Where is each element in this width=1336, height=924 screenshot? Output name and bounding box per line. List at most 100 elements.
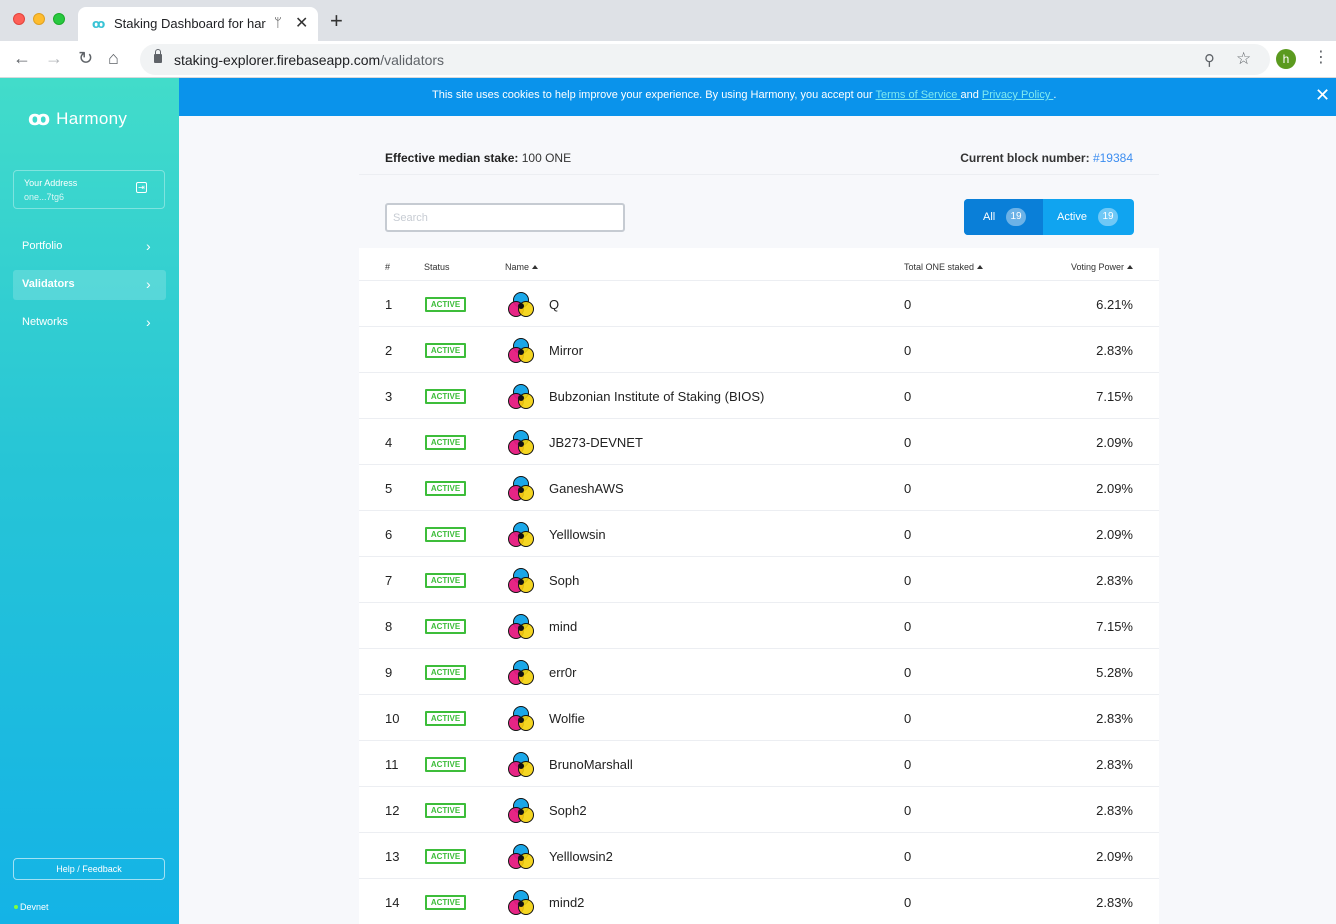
voting-power: 2.09% xyxy=(1096,849,1133,864)
row-number: 4 xyxy=(385,435,393,450)
terms-of-service-link[interactable]: Terms of Service xyxy=(875,89,960,101)
window-zoom-button[interactable] xyxy=(53,13,65,25)
total-staked: 0 xyxy=(904,711,912,726)
validator-name[interactable]: Yelllowsin xyxy=(549,527,606,542)
column-header-voting-power[interactable]: Voting Power xyxy=(1071,262,1133,272)
back-icon[interactable]: ← xyxy=(13,49,31,67)
voting-power: 2.83% xyxy=(1096,803,1133,818)
new-tab-icon[interactable]: + xyxy=(330,10,343,32)
sidebar-item-label: Validators xyxy=(22,278,75,290)
table-row[interactable]: 14 ACTIVE mind2 0 2.83% xyxy=(359,879,1159,924)
table-row[interactable]: 10 ACTIVE Wolfie 0 2.83% xyxy=(359,695,1159,741)
status-badge: ACTIVE xyxy=(425,849,466,864)
help-feedback-button[interactable]: Help / Feedback xyxy=(13,858,165,880)
validator-filter: All 19 Active 19 xyxy=(964,199,1134,235)
sort-ascending-icon xyxy=(1127,265,1133,269)
reload-icon[interactable]: ↻ xyxy=(78,49,93,67)
voting-power: 2.83% xyxy=(1096,573,1133,588)
validator-name[interactable]: Q xyxy=(549,297,559,312)
validator-name[interactable]: BrunoMarshall xyxy=(549,757,633,772)
table-row[interactable]: 4 ACTIVE JB273-DEVNET 0 2.09% xyxy=(359,419,1159,465)
block-number-link[interactable]: #19384 xyxy=(1093,151,1133,165)
validator-name[interactable]: Yelllowsin2 xyxy=(549,849,613,864)
voting-power: 2.09% xyxy=(1096,435,1133,450)
cookie-period: . xyxy=(1053,89,1057,101)
filter-active-button[interactable]: Active 19 xyxy=(1043,199,1134,235)
table-row[interactable]: 12 ACTIVE Soph2 0 2.83% xyxy=(359,787,1159,833)
validator-name[interactable]: Mirror xyxy=(549,343,583,358)
validator-name[interactable]: mind2 xyxy=(549,895,584,910)
privacy-policy-link[interactable]: Privacy Policy xyxy=(982,89,1054,101)
status-badge: ACTIVE xyxy=(425,297,466,312)
voting-power: 6.21% xyxy=(1096,297,1133,312)
validator-name[interactable]: Soph2 xyxy=(549,803,587,818)
table-row[interactable]: 6 ACTIVE Yelllowsin 0 2.09% xyxy=(359,511,1159,557)
window-close-button[interactable] xyxy=(13,13,25,25)
bookmark-star-icon[interactable]: ☆ xyxy=(1236,49,1251,69)
validator-name[interactable]: JB273-DEVNET xyxy=(549,435,643,450)
validator-name[interactable]: err0r xyxy=(549,665,576,680)
search-input[interactable] xyxy=(385,203,625,232)
table-header: # Status Name Total ONE staked Voting Po… xyxy=(359,248,1159,281)
sidebar-item-portfolio[interactable]: Portfolio › xyxy=(13,232,166,262)
total-staked: 0 xyxy=(904,757,912,772)
profile-avatar[interactable]: h xyxy=(1276,49,1296,69)
table-row[interactable]: 11 ACTIVE BrunoMarshall 0 2.83% xyxy=(359,741,1159,787)
address-value: one...7tg6 xyxy=(24,192,65,202)
status-badge: ACTIVE xyxy=(425,343,466,358)
harmony-logo-icon: ꝏ xyxy=(28,108,51,130)
validator-name[interactable]: mind xyxy=(549,619,577,634)
your-address-card[interactable]: Your Address one...7tg6 ⇥ xyxy=(13,170,165,209)
column-header-total-staked[interactable]: Total ONE staked xyxy=(904,262,984,272)
browser-menu-icon[interactable]: ⋮ xyxy=(1313,48,1329,68)
validator-name[interactable]: GaneshAWS xyxy=(549,481,624,496)
filter-active-count: 19 xyxy=(1098,208,1118,226)
address-bar[interactable]: staking-explorer.firebaseapp.com/validat… xyxy=(140,44,1270,75)
table-row[interactable]: 7 ACTIVE Soph 0 2.83% xyxy=(359,557,1159,603)
total-staked: 0 xyxy=(904,573,912,588)
status-badge: ACTIVE xyxy=(425,435,466,450)
staking-summary: Effective median stake: 100 ONE Current … xyxy=(359,140,1159,175)
harmony-logo[interactable]: ꝏ Harmony xyxy=(28,106,127,131)
column-header-name[interactable]: Name xyxy=(505,262,539,272)
status-badge: ACTIVE xyxy=(425,527,466,542)
window-minimize-button[interactable] xyxy=(33,13,45,25)
table-row[interactable]: 3 ACTIVE Bubzonian Institute of Staking (B… xyxy=(359,373,1159,419)
validator-name[interactable]: Bubzonian Institute of Staking (BIOS) xyxy=(549,389,764,404)
table-row[interactable]: 9 ACTIVE err0r 0 5.28% xyxy=(359,649,1159,695)
browser-tab[interactable]: ꝏ Staking Dashboard for harm ᛘ ✕ xyxy=(78,7,318,41)
sidebar-item-networks[interactable]: Networks › xyxy=(13,308,166,338)
table-row[interactable]: 1 ACTIVE Q 0 6.21% xyxy=(359,281,1159,327)
table-row[interactable]: 13 ACTIVE Yelllowsin2 0 2.09% xyxy=(359,833,1159,879)
validator-name[interactable]: Soph xyxy=(549,573,579,588)
validator-name[interactable]: Wolfie xyxy=(549,711,585,726)
table-row[interactable]: 5 ACTIVE GaneshAWS 0 2.09% xyxy=(359,465,1159,511)
filter-all-button[interactable]: All 19 xyxy=(964,199,1043,235)
validator-avatar-icon xyxy=(507,337,535,365)
status-badge: ACTIVE xyxy=(425,895,466,910)
table-row[interactable]: 2 ACTIVE Mirror 0 2.83% xyxy=(359,327,1159,373)
tab-close-icon[interactable]: ✕ xyxy=(295,13,308,33)
total-staked: 0 xyxy=(904,619,912,634)
voting-power: 2.83% xyxy=(1096,711,1133,726)
close-icon[interactable]: ✕ xyxy=(1315,85,1330,105)
forward-icon[interactable]: → xyxy=(45,49,63,67)
sign-in-icon[interactable]: ⇥ xyxy=(136,182,147,193)
home-icon[interactable]: ⌂ xyxy=(108,49,119,67)
row-number: 7 xyxy=(385,573,393,588)
total-staked: 0 xyxy=(904,665,912,680)
chevron-right-icon: › xyxy=(146,276,151,292)
validator-avatar-icon xyxy=(507,613,535,641)
table-row[interactable]: 8 ACTIVE mind 0 7.15% xyxy=(359,603,1159,649)
validator-avatar-icon xyxy=(507,843,535,871)
voting-power: 7.15% xyxy=(1096,619,1133,634)
status-badge: ACTIVE xyxy=(425,481,466,496)
cookie-text: This site uses cookies to help improve y… xyxy=(432,89,1056,101)
sidebar-item-validators[interactable]: Validators › xyxy=(13,270,166,300)
voting-power: 2.83% xyxy=(1096,343,1133,358)
network-status[interactable]: Devnet xyxy=(14,902,49,912)
zoom-icon[interactable]: ⚲ xyxy=(1204,51,1215,69)
validator-avatar-icon xyxy=(507,291,535,319)
total-staked: 0 xyxy=(904,481,912,496)
sidebar-item-label: Portfolio xyxy=(22,240,63,252)
